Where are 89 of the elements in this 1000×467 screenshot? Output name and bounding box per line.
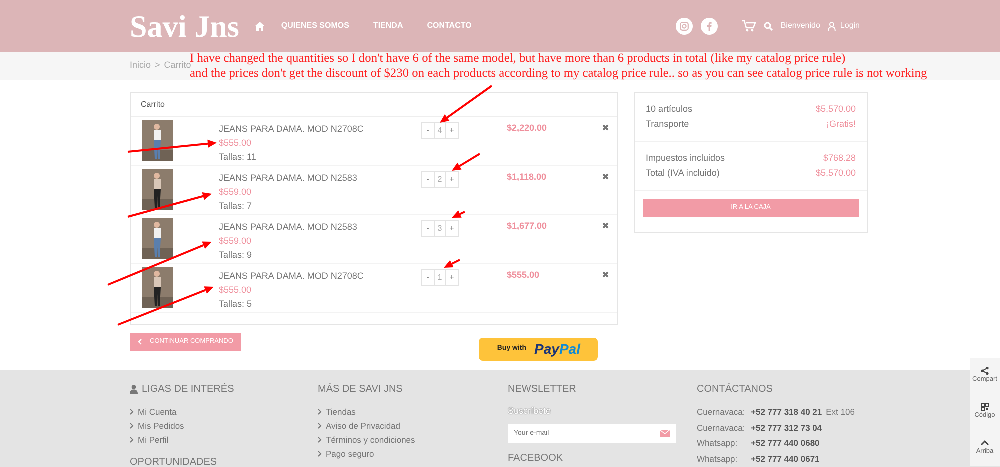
home-icon[interactable] — [255, 22, 266, 30]
chevron-icon — [318, 437, 322, 443]
contact-label: Whatsapp: — [697, 452, 739, 466]
product-size: Tallas: 9 — [219, 249, 254, 262]
product-name[interactable]: JEANS PARA DAMA. MOD N2708C — [219, 122, 421, 136]
decrease-button[interactable]: - — [422, 221, 434, 236]
footer-heading: MÁS DE SAVI JNS — [318, 382, 403, 397]
line-total: $1,677.00 — [507, 220, 548, 233]
footer-link[interactable]: Aviso de Privacidad — [326, 419, 400, 433]
quantity-field[interactable]: 2 — [434, 172, 446, 187]
summary-value: $5,570.00 — [816, 167, 856, 180]
increase-button[interactable]: + — [446, 172, 458, 187]
summary-label: 10 artículos — [646, 103, 693, 116]
breadcrumb-separator: > — [155, 59, 160, 72]
annotation-text: I have changed the quantities so I don't have 6 of the same model, but have more than 6 products in total (like my catalog price rule) — [190, 51, 847, 65]
chevron-icon — [318, 409, 322, 415]
footer-link[interactable]: Términos y condiciones — [326, 433, 416, 447]
line-total: $1,118.00 — [507, 171, 548, 184]
annotation-text: and the prices don't get the discount of $230 on each products according to my catalog price rule.. so as you can see catalog price rule is not working — [190, 66, 928, 81]
remove-button[interactable]: ✖ — [602, 215, 610, 263]
summary-label: Total (IVA incluido) — [646, 167, 720, 180]
quantity-field[interactable]: 4 — [434, 123, 446, 138]
user-icon — [130, 385, 138, 394]
line-total: $555.00 — [507, 269, 541, 282]
footer-link[interactable]: Mi Perfil — [138, 433, 169, 447]
annotation-arrow — [444, 259, 460, 268]
product-price: $555.00 — [219, 137, 253, 150]
annotation-arrow — [452, 210, 466, 218]
summary-value: $5,570.00 — [816, 103, 856, 116]
product-name[interactable]: JEANS PARA DAMA. MOD N2708C — [219, 269, 421, 283]
contact-label: Cuernavaca: — [697, 406, 746, 419]
quantity-field[interactable]: 1 — [434, 270, 446, 285]
user-icon[interactable] — [828, 22, 836, 30]
newsletter-subtitle: Suscríbete — [508, 405, 552, 418]
cart-title: Carrito — [141, 98, 166, 110]
decrease-button[interactable]: - — [422, 123, 434, 138]
annotation-arrow — [440, 85, 493, 123]
footer-heading: LIGAS DE INTERÉS — [142, 382, 234, 397]
product-price: $559.00 — [219, 186, 253, 199]
remove-button[interactable]: ✖ — [602, 264, 610, 312]
product-price: $559.00 — [219, 235, 253, 248]
line-total: $2,220.00 — [507, 122, 548, 135]
increase-button[interactable]: + — [446, 270, 458, 285]
footer-link[interactable]: Pago seguro — [326, 447, 374, 461]
product-name[interactable]: JEANS PARA DAMA. MOD N2583 — [219, 171, 421, 185]
remove-button[interactable]: ✖ — [602, 166, 610, 214]
increase-button[interactable]: + — [446, 221, 458, 236]
summary-value: $768.28 — [823, 152, 856, 165]
footer-heading: OPORTUNIDADES — [130, 456, 218, 467]
product-size: Tallas: 11 — [219, 151, 258, 164]
footer-heading: CONTÁCTANOS — [697, 382, 774, 397]
cart-icon[interactable] — [742, 20, 756, 32]
product-size: Tallas: 5 — [219, 298, 254, 311]
decrease-button[interactable]: - — [422, 172, 434, 187]
footer-link[interactable]: Mis Pedidos — [138, 419, 184, 433]
product-size: Tallas: 7 — [219, 200, 254, 213]
footer-heading: NEWSLETTER — [508, 383, 578, 397]
product-name[interactable]: JEANS PARA DAMA. MOD N2583 — [219, 220, 421, 234]
chevron-icon — [318, 423, 322, 429]
decrease-button[interactable]: - — [422, 270, 434, 285]
footer-link[interactable]: Mi Cuenta — [138, 405, 177, 419]
summary-label: Transporte — [646, 118, 690, 131]
product-price: $555.00 — [219, 284, 253, 297]
summary-value: ¡Gratis! — [826, 118, 856, 131]
footer-heading: FACEBOOK — [508, 452, 564, 466]
contact-label: Cuernavaca: — [697, 422, 746, 434]
phone-number: +52 777 318 40 21 — [751, 406, 822, 419]
search-icon[interactable] — [764, 22, 773, 30]
contact-label: Whatsapp: — [697, 437, 739, 450]
chevron-left-icon — [138, 339, 142, 345]
facebook-icon[interactable] — [700, 18, 718, 34]
chevron-icon — [130, 409, 134, 415]
instagram-icon[interactable] — [676, 18, 693, 34]
qr-code-icon — [981, 403, 989, 412]
phone-number: +52 777 440 0680 — [751, 437, 820, 450]
share-icon — [981, 367, 989, 376]
phone-number: +52 777 440 0671 — [751, 452, 820, 466]
welcome-text: Bienvenido — [780, 20, 820, 32]
chevron-icon — [130, 437, 134, 443]
chevron-icon — [318, 451, 322, 457]
remove-button[interactable]: ✖ — [602, 117, 610, 165]
footer-link[interactable]: Tiendas — [326, 405, 356, 419]
phone-number: +52 777 312 73 04 — [751, 422, 822, 434]
quantity-field[interactable]: 3 — [434, 221, 446, 236]
increase-button[interactable]: + — [446, 123, 458, 138]
chevron-icon — [130, 423, 134, 429]
summary-label: Impuestos incluidos — [646, 152, 726, 165]
annotation-arrow — [452, 153, 481, 171]
phone-extension: Ext 106 — [826, 406, 855, 419]
